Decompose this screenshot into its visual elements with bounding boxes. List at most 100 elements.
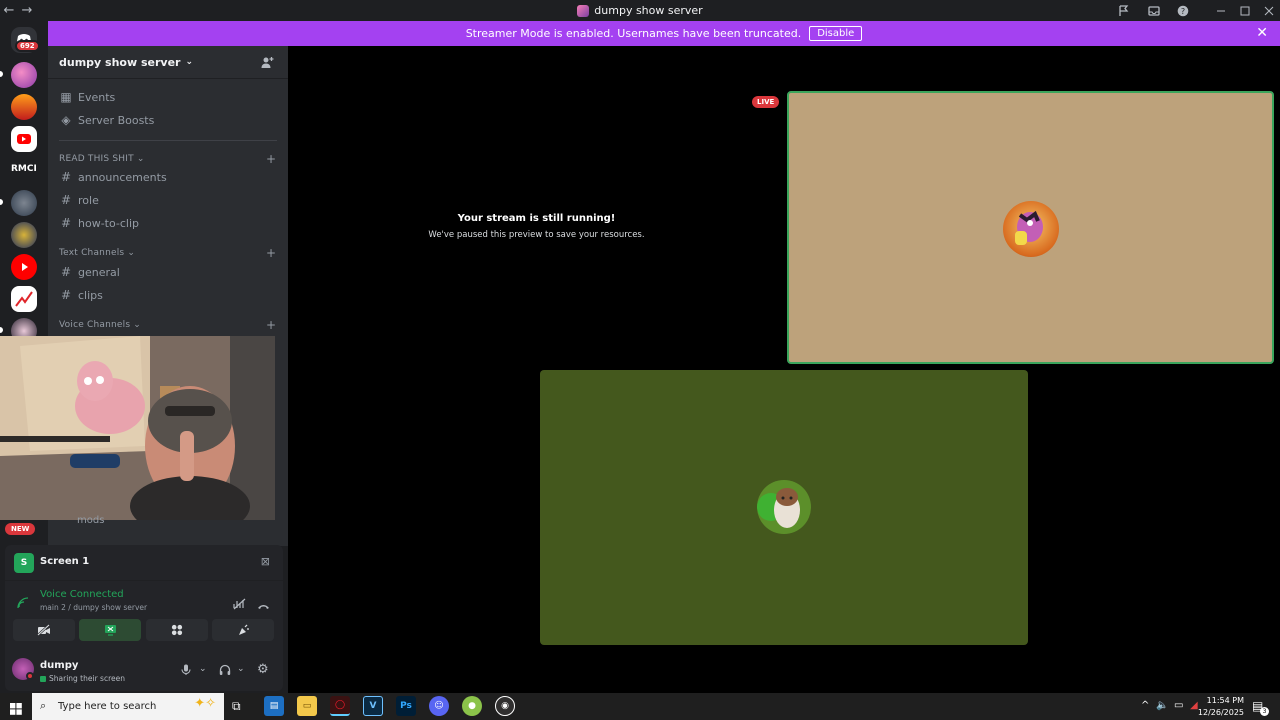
- user-status-text: Sharing their screen: [49, 674, 125, 683]
- server-rfc-icon[interactable]: [11, 94, 37, 120]
- headphones-icon[interactable]: [219, 664, 231, 679]
- taskbar-clock[interactable]: 11:54 PM 12/26/2025: [1198, 695, 1244, 719]
- camera-off-icon[interactable]: [13, 619, 75, 641]
- server-dumpy-icon[interactable]: [11, 62, 37, 88]
- chevron-down-icon[interactable]: ⌄: [237, 664, 245, 674]
- calendar-icon: ▦: [60, 90, 72, 104]
- windows-start-icon[interactable]: [10, 700, 22, 719]
- activities-icon[interactable]: [146, 619, 208, 641]
- voice-connected-status[interactable]: Voice Connected: [40, 589, 124, 600]
- chevron-down-icon: ⌄: [185, 57, 194, 67]
- help-icon[interactable]: ?: [1177, 0, 1189, 21]
- network-icon[interactable]: ▭: [1174, 700, 1183, 711]
- add-channel-icon[interactable]: +: [266, 318, 276, 332]
- close-icon[interactable]: ✕: [1256, 25, 1268, 41]
- clock-date: 12/26/2025: [1197, 708, 1244, 717]
- photoshop-icon[interactable]: Ps: [396, 696, 416, 716]
- hash-icon: #: [60, 170, 72, 184]
- inbox-icon[interactable]: [1148, 0, 1160, 21]
- connection-icon[interactable]: [17, 594, 29, 613]
- chevron-down-icon[interactable]: ⌄: [199, 664, 207, 674]
- webcam-overlay[interactable]: [0, 336, 275, 520]
- hash-icon: #: [60, 216, 72, 230]
- disable-streamer-mode-button[interactable]: Disable: [809, 26, 863, 41]
- server-header[interactable]: dumpy show server ⌄: [48, 46, 288, 79]
- server-chart-icon[interactable]: [11, 286, 37, 312]
- category-text-channels[interactable]: Text Channels ⌄: [59, 248, 135, 258]
- video-tile[interactable]: [540, 370, 1028, 645]
- screen-title: Screen 1: [40, 556, 90, 567]
- category-read-this[interactable]: READ THIS SHIT ⌄: [59, 154, 145, 164]
- discord-taskbar-icon[interactable]: ☺: [429, 696, 449, 716]
- add-channel-icon[interactable]: +: [266, 152, 276, 166]
- close-window-button[interactable]: [1264, 0, 1274, 21]
- obs-icon[interactable]: ◉: [495, 696, 515, 716]
- voice-panel: S Screen 1 ⊠ Voice Connected main 2 / du…: [5, 545, 283, 691]
- screen-share-row[interactable]: S Screen 1 ⊠: [5, 545, 283, 581]
- add-channel-icon[interactable]: +: [266, 246, 276, 260]
- forward-arrow-icon[interactable]: →: [18, 3, 36, 18]
- channel-role[interactable]: # role: [59, 190, 99, 210]
- screen-share-icon: S: [14, 553, 34, 573]
- opera-icon[interactable]: ◯: [330, 696, 350, 716]
- file-explorer-icon[interactable]: ▭: [297, 696, 317, 716]
- channel-label: general: [78, 265, 120, 279]
- stop-share-icon[interactable]: ⊠: [261, 555, 270, 568]
- server-raccoon-icon[interactable]: [11, 190, 37, 216]
- channel-general[interactable]: # general: [59, 262, 120, 282]
- server-boosts-item[interactable]: ◈ Server Boosts: [59, 110, 154, 130]
- vegas-icon[interactable]: V: [363, 696, 383, 716]
- channel-label: how-to-clip: [78, 216, 140, 230]
- server-youtube-icon[interactable]: [11, 126, 37, 152]
- user-area[interactable]: dumpy Sharing their screen ⌄ ⌄ ⚙: [5, 649, 283, 691]
- screen-share-active-icon[interactable]: [79, 619, 141, 641]
- taskbar-search-input[interactable]: ⌕ Type here to search ✦✧: [32, 693, 224, 720]
- channel-announcements[interactable]: # announcements: [59, 167, 167, 187]
- new-badge: NEW: [5, 523, 36, 535]
- security-icon[interactable]: ◢: [1190, 700, 1198, 711]
- unread-pip: [0, 71, 3, 77]
- channel-label: announcements: [78, 170, 167, 184]
- flag-icon[interactable]: [1118, 0, 1130, 21]
- mention-badge: 692: [15, 40, 40, 52]
- gear-icon[interactable]: ⚙: [257, 662, 269, 677]
- unread-pip: [0, 199, 3, 205]
- noise-suppression-icon[interactable]: [233, 595, 246, 614]
- server-name: dumpy show server: [59, 55, 181, 69]
- hash-icon: #: [60, 193, 72, 207]
- server-youtube-red-icon[interactable]: [11, 254, 37, 280]
- app-store-icon[interactable]: ▤: [264, 696, 284, 716]
- boost-icon: ◈: [61, 113, 71, 127]
- chevron-up-icon[interactable]: ^: [1141, 700, 1149, 711]
- paused-title: Your stream is still running!: [457, 213, 616, 224]
- disconnect-icon[interactable]: [257, 596, 270, 615]
- server-rmci-label[interactable]: RMCI: [11, 164, 37, 174]
- title-bar: ← →: [0, 0, 1280, 21]
- channel-clips[interactable]: # clips: [59, 285, 103, 305]
- task-view-icon[interactable]: ⧉: [232, 699, 241, 714]
- category-label: Text Channels: [59, 248, 125, 258]
- android-app-icon[interactable]: ●: [462, 696, 482, 716]
- back-arrow-icon[interactable]: ←: [0, 3, 18, 18]
- hash-icon: #: [60, 265, 72, 279]
- streaming-icon: [40, 676, 46, 682]
- maximize-button[interactable]: [1240, 0, 1250, 21]
- invite-icon[interactable]: [261, 56, 274, 72]
- category-label: READ THIS SHIT: [59, 154, 134, 164]
- channel-mods-label[interactable]: mods: [77, 515, 104, 526]
- streamer-mode-banner: Streamer Mode is enabled. Usernames have…: [48, 21, 1280, 46]
- channel-how-to-clip[interactable]: # how-to-clip: [59, 213, 139, 233]
- video-tile-speaking[interactable]: [787, 91, 1274, 364]
- windows-taskbar: ⌕ Type here to search ✦✧ ⧉ ▤ ▭ ◯ V Ps ☺ …: [0, 693, 1280, 720]
- soundboard-icon[interactable]: [212, 619, 274, 641]
- voice-location[interactable]: main 2 / dumpy show server: [40, 603, 147, 612]
- minimize-button[interactable]: [1216, 0, 1226, 21]
- server-badge-icon[interactable]: [11, 222, 37, 248]
- category-voice-channels[interactable]: Voice Channels ⌄: [59, 320, 141, 330]
- clock-time: 11:54 PM: [1206, 696, 1244, 705]
- microphone-icon[interactable]: [181, 664, 191, 679]
- events-item[interactable]: ▦ Events: [59, 87, 115, 107]
- search-icon: ⌕: [40, 699, 47, 712]
- sparkle-icon: ✦✧: [194, 696, 216, 711]
- volume-icon[interactable]: 🔈: [1156, 700, 1168, 711]
